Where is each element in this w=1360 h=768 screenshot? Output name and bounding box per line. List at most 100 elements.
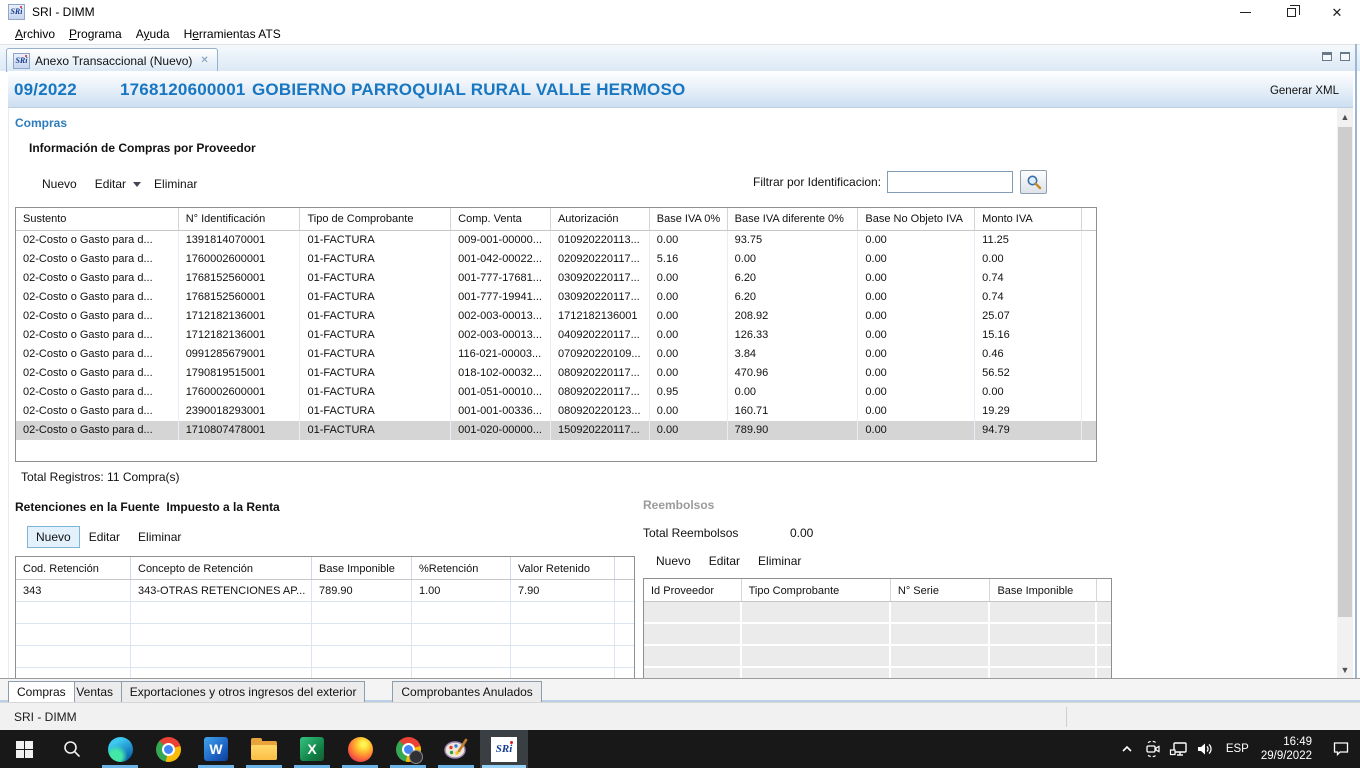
language-indicator[interactable]: ESP [1218,743,1257,755]
reembolsos-editar-button[interactable]: Editar [700,551,749,571]
table-row[interactable]: 02-Costo o Gasto para d...17121821360010… [16,326,1096,345]
volume-icon[interactable] [1192,730,1218,768]
table-cell: 02-Costo o Gasto para d... [16,269,179,288]
taskbar-app-chrome-profile[interactable] [384,730,432,768]
column-header[interactable]: Base No Objeto IVA [858,208,975,230]
retenciones-editar-button[interactable]: Editar [80,527,129,547]
column-header[interactable]: Valor Retenido [511,557,615,579]
column-header[interactable]: Autorización [551,208,650,230]
table-row[interactable]: 343343-OTRAS RETENCIONES AP...789.901.00… [16,580,634,602]
bottom-tab-compras[interactable]: Compras [8,681,75,702]
table-row[interactable] [644,624,1111,646]
table-row[interactable]: 02-Costo o Gasto para d...17600026000010… [16,383,1096,402]
table-row[interactable]: 02-Costo o Gasto para d...17681525600010… [16,269,1096,288]
bottom-tab-exportaciones[interactable]: Exportaciones y otros ingresos del exter… [121,681,366,702]
menu-archivo[interactable]: Archivo [8,25,62,43]
column-header[interactable]: Concepto de Retención [131,557,312,579]
table-row[interactable]: 02-Costo o Gasto para d...17600026000010… [16,250,1096,269]
restore-button[interactable] [1268,0,1314,24]
tray-chevron-up-icon[interactable] [1114,730,1140,768]
filter-input[interactable] [887,171,1013,193]
table-cell [412,602,511,624]
taskbar-search-button[interactable] [48,730,96,768]
table-row[interactable] [644,602,1111,624]
table-row[interactable]: 02-Costo o Gasto para d...17681525600010… [16,288,1096,307]
search-button[interactable] [1020,170,1047,194]
reembolsos-eliminar-button[interactable]: Eliminar [749,551,810,571]
table-row[interactable]: 02-Costo o Gasto para d...09912856790010… [16,345,1096,364]
column-header[interactable]: Base IVA diferente 0% [728,208,859,230]
column-header[interactable]: Id Proveedor [644,579,742,601]
taskbar-app-excel[interactable]: X [288,730,336,768]
table-row[interactable]: 02-Costo o Gasto para d...17908195150010… [16,364,1096,383]
bottom-tab-comprobantes[interactable]: Comprobantes Anulados [392,681,541,702]
column-header[interactable]: Sustento [16,208,179,230]
table-cell [742,646,891,668]
taskbar-app-chrome[interactable] [144,730,192,768]
minimize-button[interactable] [1222,0,1268,24]
table-row[interactable] [644,646,1111,668]
bottom-tab-ventas[interactable]: Ventas [67,681,122,702]
table-row[interactable]: 02-Costo o Gasto para d...23900182930010… [16,402,1096,421]
table-cell: 02-Costo o Gasto para d... [16,231,179,250]
menu-herramientas-ats[interactable]: Herramientas ATS [177,25,288,43]
compras-editar-button[interactable]: Editar [86,174,135,194]
taskbar-app-edge[interactable] [96,730,144,768]
table-cell: 11.25 [975,231,1082,250]
generar-xml-button[interactable]: Generar XML [1270,85,1339,97]
column-header[interactable]: Tipo de Comprobante [300,208,451,230]
table-row[interactable] [16,646,634,668]
column-header[interactable]: Base Imponible [312,557,412,579]
meet-now-icon[interactable] [1140,730,1166,768]
table-cell: 1712182136001 [179,307,301,326]
start-button[interactable] [0,730,48,768]
table-cell: 0.00 [858,383,975,402]
tab-anexo-transaccional[interactable]: SRi Anexo Transaccional (Nuevo) ✕ [6,48,218,72]
tab-close-icon[interactable]: ✕ [200,55,208,66]
table-cell: 001-051-00010... [451,383,551,402]
table-row[interactable] [16,624,634,646]
column-header[interactable]: Comp. Venta [451,208,551,230]
reembolsos-nuevo-button[interactable]: Nuevo [647,551,700,571]
column-header[interactable]: Base IVA 0% [650,208,728,230]
table-cell: 040920220117... [551,326,650,345]
taskbar-app-firefox[interactable] [336,730,384,768]
menu-programa[interactable]: Programa [62,25,129,43]
table-row[interactable] [16,602,634,624]
compras-nuevo-button[interactable]: Nuevo [33,174,86,194]
taskbar-app-paint[interactable] [432,730,480,768]
editar-dropdown-icon[interactable] [133,182,141,187]
table-row[interactable] [644,668,1111,678]
table-row[interactable]: 02-Costo o Gasto para d...17121821360010… [16,307,1096,326]
table-row[interactable]: 02-Costo o Gasto para d...17108074780010… [16,421,1096,440]
scrollbar-thumb[interactable] [1338,127,1352,617]
compras-eliminar-button[interactable]: Eliminar [145,174,206,194]
column-header[interactable]: Cod. Retención [16,557,131,579]
column-header[interactable]: N° Identificación [179,208,301,230]
retenciones-nuevo-button[interactable]: Nuevo [27,526,80,548]
network-icon[interactable] [1166,730,1192,768]
cell-filler [1082,383,1096,402]
column-header[interactable]: Base Imponible [990,579,1097,601]
table-cell [131,624,312,646]
retenciones-eliminar-button[interactable]: Eliminar [129,527,190,547]
column-header[interactable]: Monto IVA [975,208,1082,230]
taskbar-app-word[interactable]: W [192,730,240,768]
taskbar-app-sri-dimm[interactable]: SRi [480,730,528,768]
table-row[interactable] [16,668,634,678]
column-header[interactable]: %Retención [412,557,511,579]
column-header[interactable]: Tipo Comprobante [742,579,891,601]
column-header[interactable]: N° Serie [891,579,991,601]
clock[interactable]: 16:49 29/9/2022 [1257,735,1322,763]
table-cell [644,668,742,678]
table-row[interactable]: 02-Costo o Gasto para d...13918140700010… [16,231,1096,250]
maximize-view-icon[interactable] [1340,52,1350,61]
scroll-down-icon[interactable]: ▼ [1337,661,1353,678]
menu-ayuda[interactable]: Ayuda [129,25,177,43]
scroll-up-icon[interactable]: ▲ [1337,108,1353,125]
action-center-icon[interactable] [1322,730,1360,768]
minimize-view-icon[interactable] [1322,52,1332,61]
content-scrollbar[interactable]: ▲ ▼ [1337,108,1353,678]
close-button[interactable]: ✕ [1314,0,1360,24]
taskbar-app-file-explorer[interactable] [240,730,288,768]
